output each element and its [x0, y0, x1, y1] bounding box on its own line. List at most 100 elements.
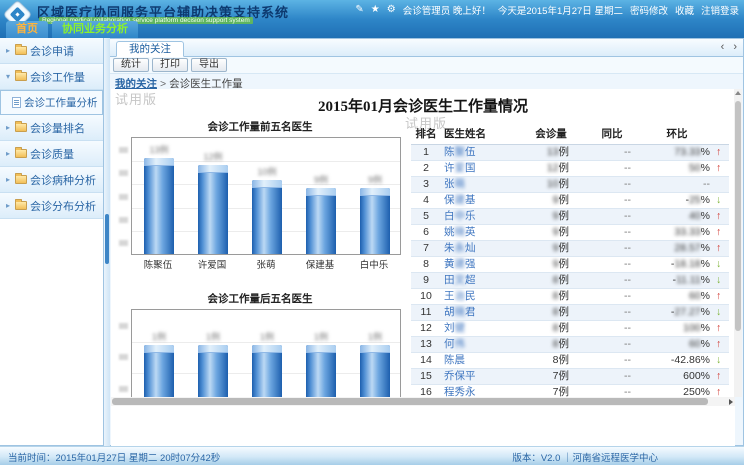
volume-number: 9	[553, 258, 559, 270]
name-part-blurred: 萌	[455, 178, 466, 190]
tree-arrow-icon[interactable]: ▸	[4, 123, 12, 132]
tree-arrow-icon[interactable]: ▸	[4, 46, 12, 55]
bar: 1例	[144, 345, 174, 397]
doctor-name-link[interactable]: 黄建强	[444, 258, 476, 270]
cell-trend: ↓	[713, 353, 729, 369]
doctor-name-link[interactable]: 陈晨	[444, 354, 465, 366]
name-part-blurred: 聚	[455, 146, 466, 158]
doctor-name-link[interactable]: 朱永灿	[444, 242, 476, 254]
name-part: 朱	[444, 242, 455, 254]
tab-scroll-left-icon[interactable]: ‹	[721, 41, 725, 53]
doctor-name-link[interactable]: 胡晓君	[444, 306, 476, 318]
gear-icon[interactable]: ⚙	[387, 4, 396, 15]
pencil-icon[interactable]: ✎	[355, 4, 363, 15]
toolbar: 统计打印导出	[110, 57, 743, 74]
name-part: 强	[465, 258, 476, 270]
cell-rank: 16	[411, 385, 441, 398]
trend-up-icon: ↑	[716, 162, 721, 174]
cell-rank: 15	[411, 369, 441, 385]
cell-mom: 50%	[641, 161, 713, 177]
vertical-scroll-thumb[interactable]	[735, 101, 741, 331]
tree-arrow-icon[interactable]: ▸	[4, 175, 12, 184]
table-row: 6姚晓英9例--33.33%↑	[411, 225, 729, 241]
sidebar-subitem[interactable]: 会诊工作量分析	[0, 90, 103, 115]
volume-unit: 例	[559, 370, 570, 382]
nav-tab-home[interactable]: 首页	[6, 21, 48, 38]
cell-trend: ↓	[713, 257, 729, 273]
cell-doctor-name: 何伟	[441, 337, 519, 353]
doctor-name-link[interactable]: 田文超	[444, 274, 476, 286]
cell-mom: 60%	[641, 289, 713, 305]
cell-mom: --	[641, 177, 713, 193]
vertical-scrollbar[interactable]	[734, 89, 742, 397]
cell-volume: 8例	[519, 273, 583, 289]
trend-up-icon: ↑	[716, 290, 721, 302]
sidebar-item[interactable]: ▸会诊分布分析	[0, 193, 103, 219]
sidebar-item[interactable]: ▸ 会诊申请	[0, 38, 103, 64]
sidebar-item[interactable]: ▸会诊质量	[0, 141, 103, 167]
sidebar-item[interactable]: ▸会诊量排名	[0, 115, 103, 141]
tree-arrow-icon[interactable]: ▾	[4, 72, 12, 81]
doctor-name-link[interactable]: 刘健	[444, 322, 465, 334]
page-title: 2015年01月会诊医生工作量情况	[111, 95, 735, 116]
name-part: 白	[444, 210, 455, 222]
doctor-name-link[interactable]: 王治民	[444, 290, 476, 302]
volume-unit: 例	[559, 242, 570, 254]
cell-doctor-name: 王治民	[441, 289, 519, 305]
tab-my-focus[interactable]: 我的关注	[116, 41, 184, 57]
content-scroll-area: 试用版 试用版 2015年01月会诊医生工作量情况 会诊工作量前五名医生13例1…	[111, 89, 735, 397]
logout-link[interactable]: 注销登录	[701, 3, 739, 17]
cell-trend: ↓	[713, 193, 729, 209]
cell-trend: ↑	[713, 385, 729, 398]
star-icon[interactable]: ★	[371, 4, 380, 15]
print-button[interactable]: 打印	[152, 58, 188, 72]
chart-title: 会诊工作量后五名医生	[117, 291, 403, 306]
scroll-up-icon[interactable]	[735, 91, 741, 95]
cell-trend: ↓	[713, 305, 729, 321]
doctor-name-link[interactable]: 程秀永	[444, 386, 476, 397]
doctor-name-link[interactable]: 陈聚伍	[444, 146, 476, 158]
column-header: 排名	[411, 123, 441, 145]
export-button[interactable]: 导出	[191, 58, 227, 72]
volume-number: 13	[547, 146, 559, 158]
bar-value-label-blurred: 1例	[360, 330, 390, 343]
sidebar-item-label: 会诊病种分析	[30, 172, 96, 188]
doctor-name-link[interactable]: 张萌	[444, 178, 465, 190]
cell-mom: 250%	[641, 385, 713, 398]
sidebar-item[interactable]: ▸ 会诊病种分析	[0, 167, 103, 193]
doctor-name-link[interactable]: 许爱国	[444, 162, 476, 174]
folder-icon	[15, 72, 27, 81]
bar: 1例	[360, 345, 390, 397]
tab-scroll-right-icon[interactable]: ›	[733, 41, 737, 53]
tree-arrow-icon[interactable]: ▸	[4, 149, 12, 158]
horizontal-scroll-thumb[interactable]	[112, 398, 708, 405]
sidebar-item[interactable]: ▾会诊工作量	[0, 64, 103, 90]
x-axis-label: 陈聚伍	[131, 255, 185, 271]
mom-number-blurred: 27.27	[674, 306, 700, 318]
sidebar-item-label: 会诊申请	[30, 43, 74, 59]
doctor-name-link[interactable]: 白中乐	[444, 210, 476, 222]
favorites-link[interactable]: 收藏	[675, 3, 694, 17]
volume-unit: 例	[559, 274, 570, 286]
doctor-name-link[interactable]: 保建基	[444, 194, 476, 206]
name-part: 许	[444, 162, 455, 174]
sidebar: ▸会诊申请▾会诊工作量会诊工作量分析▸会诊量排名▸会诊质量▸会诊病种分析▸会诊分…	[0, 38, 104, 446]
name-part-blurred: 文	[455, 274, 466, 286]
nav-tab-business-analysis[interactable]: 协同业务分析	[52, 21, 138, 38]
stats-button[interactable]: 统计	[113, 58, 149, 72]
doctor-name-link[interactable]: 乔保平	[444, 370, 476, 382]
doctor-name-link[interactable]: 姚晓英	[444, 226, 476, 238]
table-body: 1陈聚伍13例--73.33%↑2许爱国12例--50%↑3张萌10例----4…	[411, 145, 729, 398]
trend-down-icon: ↓	[716, 354, 721, 366]
horizontal-scrollbar[interactable]	[111, 397, 735, 406]
folder-icon	[15, 201, 27, 210]
column-header: 会诊量	[519, 123, 583, 145]
cell-volume: 8例	[519, 321, 583, 337]
tree-arrow-icon[interactable]: ▸	[4, 201, 12, 210]
doctor-name-link[interactable]: 何伟	[444, 338, 465, 350]
user-greeting: 会诊管理员 晚上好！	[403, 3, 491, 17]
splitter-handle[interactable]	[105, 214, 109, 264]
name-part-blurred: 爱	[455, 162, 466, 174]
change-password-link[interactable]: 密码修改	[630, 3, 668, 17]
scroll-right-icon[interactable]	[729, 399, 733, 405]
